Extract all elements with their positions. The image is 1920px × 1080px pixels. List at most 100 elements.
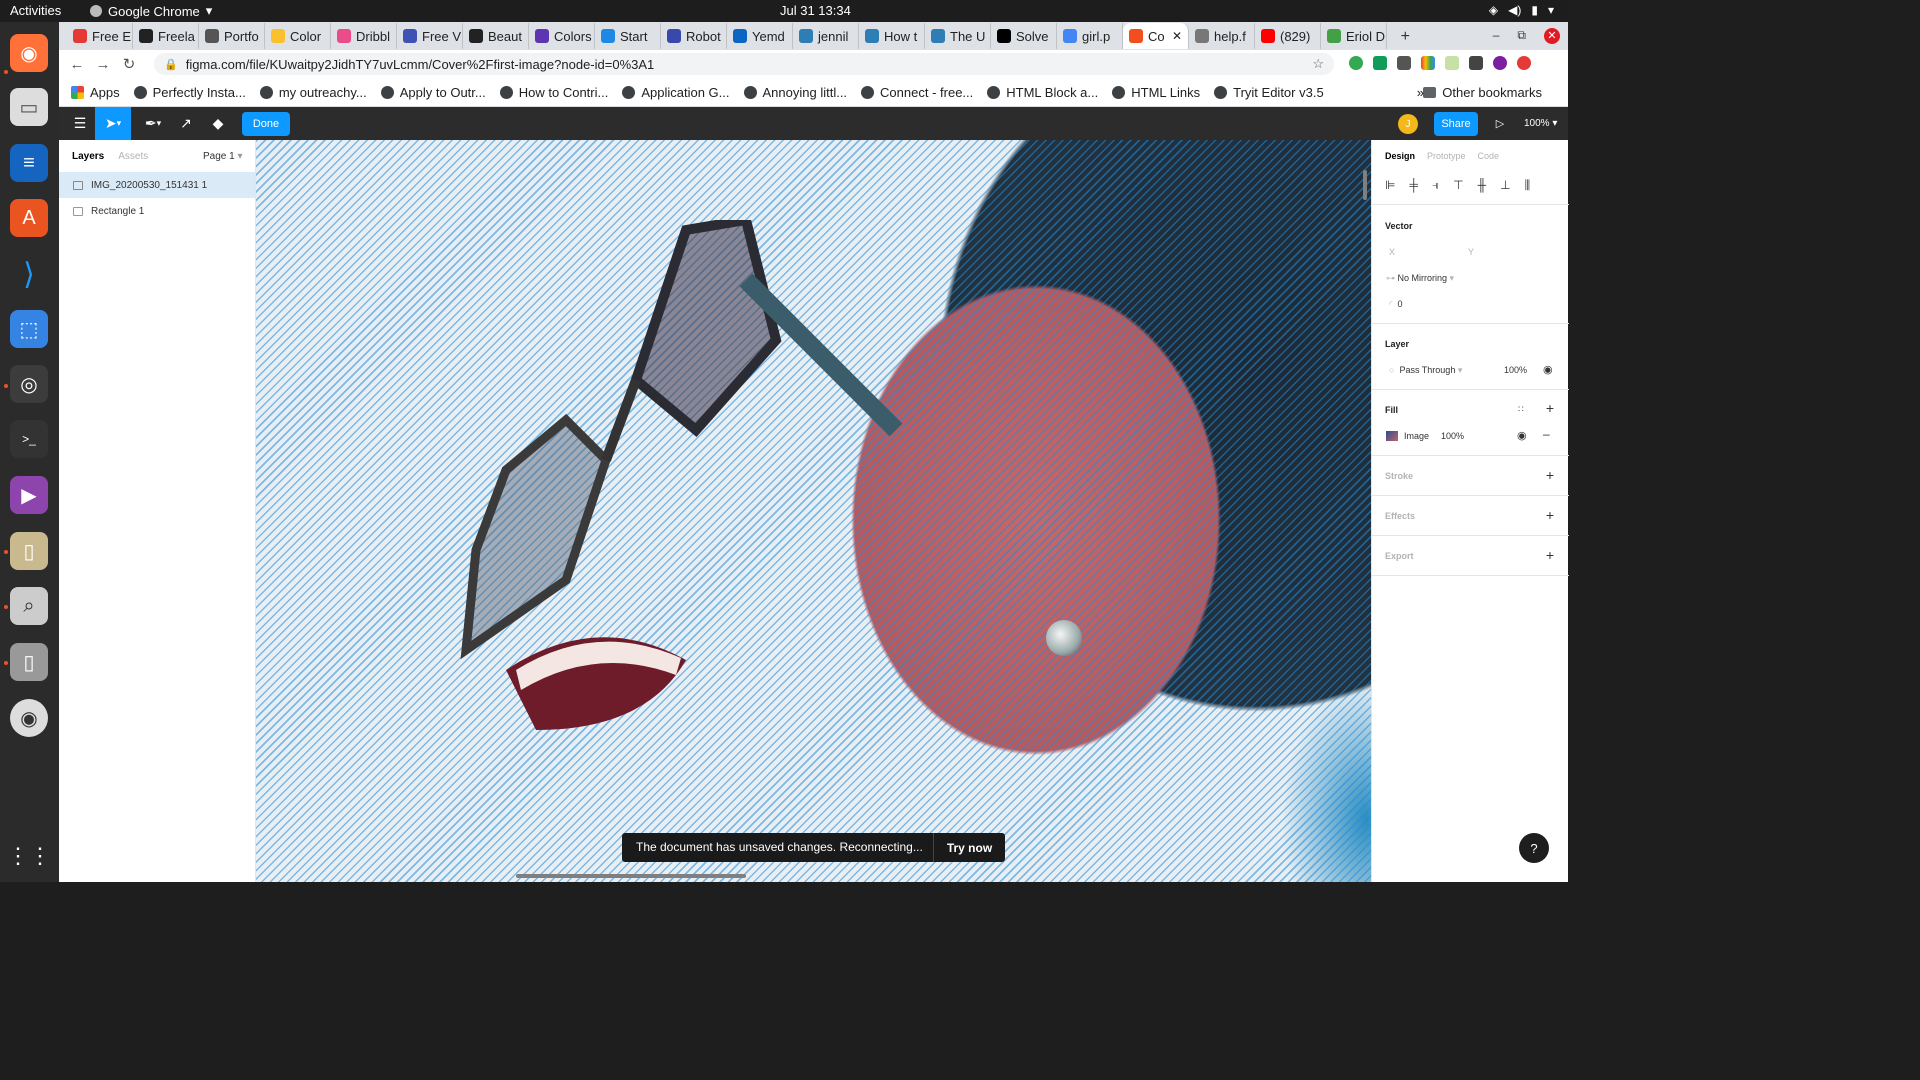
adblock-icon[interactable] bbox=[1517, 56, 1531, 70]
blend-mode-dropdown[interactable]: ○ Pass Through ▾ bbox=[1389, 365, 1462, 376]
bookmark-item[interactable]: Annoying littl... bbox=[743, 85, 847, 100]
bookmark-item[interactable]: Apply to Outr... bbox=[380, 85, 486, 100]
browser-tab[interactable]: Dribbl bbox=[331, 23, 397, 49]
archive-icon[interactable]: ▯ bbox=[10, 532, 48, 570]
fill-row[interactable]: Image 100% bbox=[1386, 431, 1464, 441]
url-field[interactable]: 🔒 figma.com/file/KUwaitpy2JidhTY7uvLcmm/… bbox=[154, 53, 1334, 75]
minimize-icon[interactable]: – bbox=[1493, 28, 1500, 44]
show-apps-icon[interactable]: ⋮⋮ bbox=[7, 837, 51, 875]
browser-tab[interactable]: Colors bbox=[529, 23, 595, 49]
forward-icon[interactable]: → bbox=[90, 56, 116, 73]
close-window-icon[interactable]: ✕ bbox=[1544, 28, 1560, 44]
try-now-button[interactable]: Try now bbox=[934, 841, 1005, 855]
bookmark-item[interactable]: HTML Links bbox=[1112, 85, 1200, 100]
browser-tab[interactable]: Robot bbox=[661, 23, 727, 49]
styles-grid-icon[interactable]: ∷ bbox=[1518, 404, 1524, 415]
move-tool-icon[interactable]: ➤ ▾ bbox=[95, 107, 131, 140]
bookmark-item[interactable]: How to Contri... bbox=[499, 85, 608, 100]
bookmark-item[interactable]: Application G... bbox=[622, 85, 730, 100]
bookmark-star-icon[interactable]: ☆ bbox=[1312, 56, 1324, 72]
bookmark-item[interactable]: Connect - free... bbox=[861, 85, 973, 100]
browser-tab[interactable]: Beaut bbox=[463, 23, 529, 49]
layer-row-image[interactable]: IMG_20200530_151431 1 bbox=[59, 172, 255, 198]
done-button[interactable]: Done bbox=[242, 112, 290, 136]
add-export-icon[interactable]: + bbox=[1546, 547, 1554, 563]
paint-bucket-icon[interactable]: ◆ bbox=[205, 107, 231, 140]
align-center-v-icon[interactable]: ╫ bbox=[1478, 178, 1487, 193]
browser-tab[interactable]: Eriol D bbox=[1321, 23, 1387, 49]
extension-icon[interactable] bbox=[1373, 56, 1387, 70]
browser-tab[interactable]: girl.p bbox=[1057, 23, 1123, 49]
distribute-icon[interactable]: ⫼ bbox=[1525, 178, 1531, 193]
tab-prototype[interactable]: Prototype bbox=[1427, 151, 1466, 161]
files-icon[interactable]: ▭ bbox=[10, 88, 48, 126]
browser-tab[interactable]: jennil bbox=[793, 23, 859, 49]
vscode-icon[interactable]: ⟩ bbox=[10, 255, 48, 293]
main-menu-icon[interactable]: ☰ bbox=[65, 107, 95, 140]
layer-row-rectangle[interactable]: Rectangle 1 bbox=[59, 198, 255, 224]
back-icon[interactable]: ← bbox=[64, 56, 90, 73]
remove-fill-icon[interactable]: – bbox=[1543, 427, 1550, 441]
fill-opacity[interactable]: 100% bbox=[1441, 431, 1464, 441]
present-icon[interactable]: ▷ bbox=[1489, 107, 1511, 140]
browser-tab[interactable]: Solve bbox=[991, 23, 1057, 49]
bookmark-item[interactable]: Tryit Editor v3.5 bbox=[1214, 85, 1324, 100]
extension-icon[interactable] bbox=[1445, 56, 1459, 70]
color-picker-icon[interactable] bbox=[1421, 56, 1435, 70]
browser-tab[interactable]: Start bbox=[595, 23, 661, 49]
browser-tab[interactable]: Free V bbox=[397, 23, 463, 49]
activities-button[interactable]: Activities bbox=[10, 3, 61, 18]
close-tab-icon[interactable]: ✕ bbox=[1172, 29, 1182, 43]
browser-tab[interactable]: How t bbox=[859, 23, 925, 49]
browser-tab[interactable]: Yemd bbox=[727, 23, 793, 49]
browser-tab[interactable]: Freela bbox=[133, 23, 199, 49]
browser-tab[interactable]: help.f bbox=[1189, 23, 1255, 49]
share-button[interactable]: Share bbox=[1434, 112, 1478, 136]
image-viewer-icon[interactable]: ⌕ bbox=[10, 587, 48, 625]
align-center-h-icon[interactable]: ╪ bbox=[1409, 178, 1418, 193]
page-selector[interactable]: Page 1 ▾ bbox=[203, 151, 243, 162]
eye-icon[interactable]: ◉ bbox=[1543, 363, 1553, 376]
more-bookmarks-icon[interactable]: » bbox=[1417, 85, 1424, 100]
maximize-icon[interactable]: ⧉ bbox=[1517, 28, 1526, 44]
other-bookmarks[interactable]: Other bookmarks bbox=[1423, 85, 1542, 100]
grammarly-icon[interactable] bbox=[1349, 56, 1363, 70]
layer-opacity-field[interactable]: 100% bbox=[1504, 365, 1527, 375]
terminal-icon[interactable]: >_ bbox=[10, 420, 48, 458]
software-center-icon[interactable]: A bbox=[10, 199, 48, 237]
profile-avatar[interactable] bbox=[1493, 56, 1507, 70]
eye-icon[interactable]: ◉ bbox=[1517, 429, 1527, 442]
zoom-dropdown[interactable]: 100% ▾ bbox=[1524, 107, 1557, 140]
system-tray[interactable]: ◈ ◀) ▮ ▾ bbox=[1489, 3, 1554, 17]
firefox-icon[interactable]: ◉ bbox=[10, 34, 48, 72]
reload-icon[interactable]: ↻ bbox=[116, 55, 142, 73]
bookmark-item[interactable]: my outreachy... bbox=[259, 85, 367, 100]
browser-tab[interactable]: Color bbox=[265, 23, 331, 49]
clock[interactable]: Jul 31 13:34 bbox=[780, 3, 851, 18]
pen-tool-icon[interactable]: ✒ ▾ bbox=[135, 107, 171, 140]
apps-bookmark[interactable]: Apps bbox=[71, 85, 120, 100]
disc-icon[interactable]: ◉ bbox=[10, 699, 48, 737]
y-field[interactable]: Y bbox=[1468, 247, 1474, 257]
writer-icon[interactable]: ≡ bbox=[10, 144, 48, 182]
help-button[interactable]: ? bbox=[1519, 833, 1549, 863]
corner-radius-field[interactable]: ◜ 0 bbox=[1389, 299, 1403, 310]
device-icon[interactable]: ▯ bbox=[10, 643, 48, 681]
bookmark-item[interactable]: HTML Block a... bbox=[987, 85, 1098, 100]
avatar[interactable]: J bbox=[1398, 114, 1418, 134]
tab-layers[interactable]: Layers bbox=[72, 151, 104, 162]
video-player-icon[interactable]: ▶ bbox=[10, 476, 48, 514]
browser-tab[interactable]: Co ✕ bbox=[1123, 23, 1189, 49]
add-stroke-icon[interactable]: + bbox=[1546, 467, 1554, 483]
browser-tab[interactable]: (829) bbox=[1255, 23, 1321, 49]
playlist-icon[interactable] bbox=[1469, 56, 1483, 70]
x-field[interactable]: X bbox=[1389, 247, 1395, 257]
horizontal-scrollbar[interactable] bbox=[516, 874, 746, 878]
chrome-dock-icon[interactable]: ◎ bbox=[10, 365, 48, 403]
align-bottom-icon[interactable]: ⊥ bbox=[1500, 178, 1510, 193]
bookmark-item[interactable]: Perfectly Insta... bbox=[133, 85, 246, 100]
browser-tab[interactable]: The U bbox=[925, 23, 991, 49]
screenshot-icon[interactable]: ⬚ bbox=[10, 310, 48, 348]
tab-design[interactable]: Design bbox=[1385, 151, 1415, 161]
add-effect-icon[interactable]: + bbox=[1546, 507, 1554, 523]
